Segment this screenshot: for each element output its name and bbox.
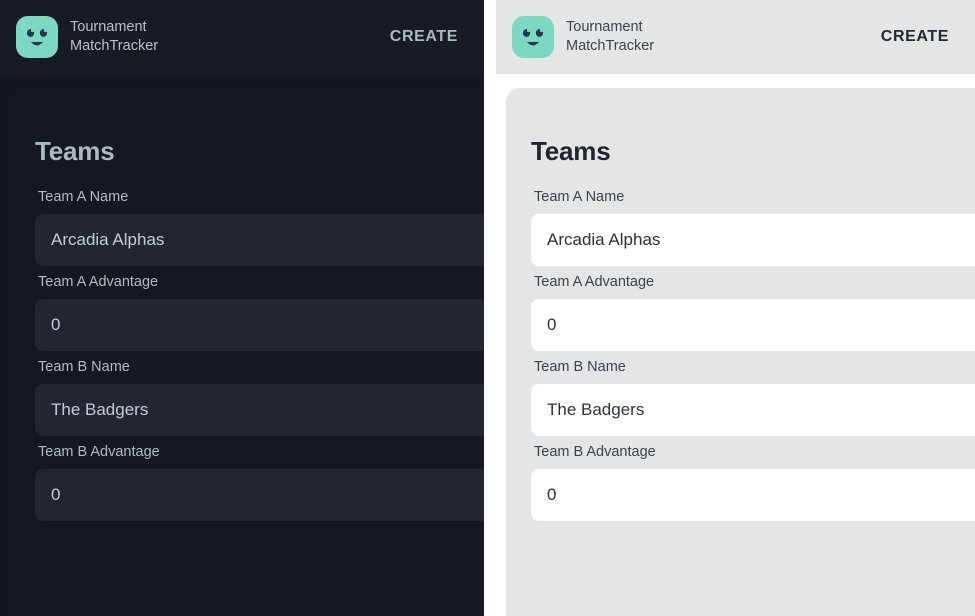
- field-team-b-advantage: Team B Advantage: [35, 436, 484, 521]
- brand-line-1: Tournament: [70, 19, 147, 35]
- field-team-a-advantage: Team A Advantage: [531, 266, 975, 351]
- section-title: Teams: [35, 136, 115, 166]
- field-label: Team B Name: [38, 359, 130, 375]
- robot-face-icon: [16, 16, 58, 58]
- field-team-a-advantage: Team A Advantage: [35, 266, 484, 351]
- field-team-a-name: Team A Name: [531, 181, 975, 266]
- section-title: Teams: [531, 136, 611, 166]
- field-label: Team A Advantage: [38, 274, 159, 290]
- brand-name: Tournament MatchTracker: [70, 18, 158, 56]
- robot-face-icon: [512, 16, 554, 58]
- field-label: Team A Name: [534, 189, 625, 205]
- teams-card-dark: Teams Team A Name Team A Advantage Team …: [10, 88, 484, 616]
- field-team-a-name: Team A Name: [35, 181, 484, 266]
- team-b-advantage-input[interactable]: [35, 469, 484, 521]
- team-a-advantage-input[interactable]: [35, 299, 484, 351]
- brand-line-1: Tournament: [566, 19, 643, 35]
- field-team-b-name: Team B Name: [531, 351, 975, 436]
- field-label: Team B Advantage: [38, 444, 160, 460]
- create-button[interactable]: CREATE: [382, 22, 466, 52]
- field-team-b-name: Team B Name: [35, 351, 484, 436]
- light-theme-pane: Tournament MatchTracker CREATE Teams Tea…: [496, 0, 975, 616]
- teams-card-light: Teams Team A Name Team A Advantage Team …: [506, 88, 975, 616]
- field-label: Team B Name: [534, 359, 626, 375]
- app-bar-light: Tournament MatchTracker CREATE: [496, 0, 975, 74]
- dark-theme-pane: Tournament MatchTracker CREATE Teams Tea…: [0, 0, 484, 616]
- brand-line-2: MatchTracker: [70, 38, 159, 54]
- brand-name: Tournament MatchTracker: [566, 18, 654, 56]
- team-b-name-input[interactable]: [531, 384, 975, 436]
- team-a-advantage-input[interactable]: [531, 299, 975, 351]
- field-label: Team A Advantage: [534, 274, 655, 290]
- team-a-name-input[interactable]: [35, 214, 484, 266]
- pane-divider: [484, 0, 496, 616]
- team-a-name-input[interactable]: [531, 214, 975, 266]
- create-button[interactable]: CREATE: [873, 22, 957, 52]
- theme-comparison-screen: Tournament MatchTracker CREATE Teams Tea…: [0, 0, 975, 616]
- team-b-name-input[interactable]: [35, 384, 484, 436]
- brand-line-2: MatchTracker: [566, 38, 655, 54]
- field-team-b-advantage: Team B Advantage: [531, 436, 975, 521]
- team-b-advantage-input[interactable]: [531, 469, 975, 521]
- field-label: Team B Advantage: [534, 444, 656, 460]
- app-bar-dark: Tournament MatchTracker CREATE: [0, 0, 484, 74]
- field-label: Team A Name: [38, 189, 129, 205]
